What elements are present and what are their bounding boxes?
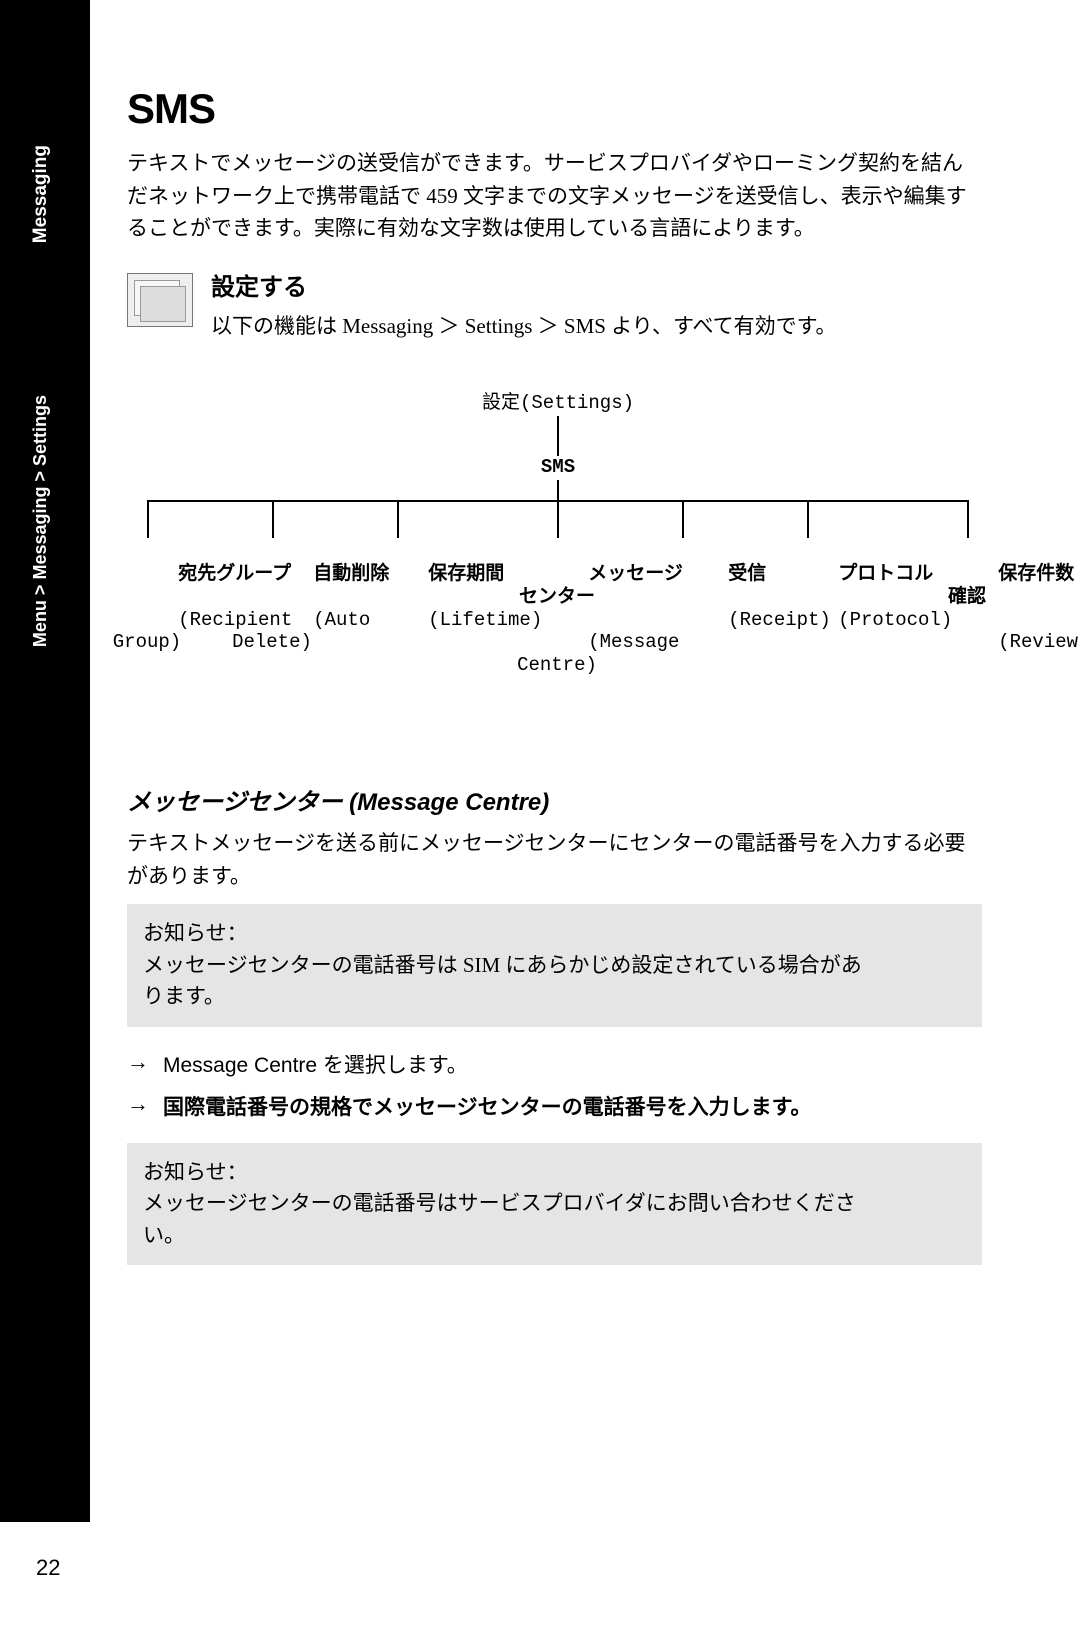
step-text: Message Centre を選択します。 <box>163 1049 982 1079</box>
note-body: メッセージセンターの電話番号は SIM にあらかじめ設定されている場合があります… <box>143 950 863 1013</box>
tree-leaf-jp: 保存件数 確認 <box>948 563 1074 608</box>
settings-tree-diagram: 設定(Settings) SMS 宛先グループ (Recipient Group… <box>127 392 989 652</box>
settings-cards-icon <box>127 273 193 327</box>
step-1: → Message Centre を選択します。 <box>127 1049 982 1079</box>
page-number: 22 <box>36 1555 60 1581</box>
intro-paragraph: テキストでメッセージの送受信ができます。サービスプロバイダやローミング契約を結ん… <box>127 147 982 245</box>
tree-leaf-en: (Review) <box>998 631 1080 653</box>
tree-leaf-review: 保存件数 確認 (Review) <box>907 540 1027 677</box>
note-label: お知らせ： <box>143 1157 248 1189</box>
sidebar-section-label: Messaging <box>30 145 52 243</box>
step-2: → 国際電話番号の規格でメッセージセンターの電話番号を入力します。 <box>127 1091 982 1121</box>
step-text: 国際電話番号の規格でメッセージセンターの電話番号を入力します。 <box>163 1091 982 1121</box>
tree-leaf-jp: 保存期間 <box>428 563 504 585</box>
subsection-paragraph: テキストメッセージを送る前にメッセージセンターにセンターの電話番号を入力する必要… <box>127 827 982 892</box>
tree-leaf-receipt: 受信 (Receipt) <box>637 540 727 654</box>
tree-leaf-protocol: プロトコル (Protocol) <box>747 540 867 654</box>
tree-sms: SMS <box>127 456 989 479</box>
settings-text: 以下の機能は Messaging ＞ Settings ＞ SMS より、すべて… <box>211 310 837 343</box>
arrow-icon: → <box>127 1091 163 1117</box>
note-label: お知らせ： <box>143 918 248 950</box>
tree-leaf-auto-delete: 自動削除 (Auto Delete) <box>222 540 322 677</box>
sidebar-breadcrumb: Menu > Messaging > Settings <box>30 395 51 647</box>
tree-leaf-recipient-group: 宛先グループ (Recipient Group) <box>87 540 207 677</box>
note-box-1: お知らせ：メッセージセンターの電話番号は SIM にあらかじめ設定されている場合… <box>127 904 982 1027</box>
arrow-icon: → <box>127 1049 163 1075</box>
settings-heading: 設定する <box>211 267 837 302</box>
note-box-2: お知らせ：メッセージセンターの電話番号はサービスプロバイダにお問い合わせください… <box>127 1143 982 1266</box>
page-title: SMS <box>127 85 982 133</box>
tree-leaf-lifetime: 保存期間 (Lifetime) <box>337 540 457 654</box>
tree-root: 設定(Settings) <box>127 392 989 415</box>
tree-leaf-message-centre: メッセージ センター (Message Centre) <box>497 540 617 700</box>
note-body: メッセージセンターの電話番号はサービスプロバイダにお問い合わせください。 <box>143 1188 863 1251</box>
subsection-heading: メッセージセンター (Message Centre) <box>127 782 982 817</box>
